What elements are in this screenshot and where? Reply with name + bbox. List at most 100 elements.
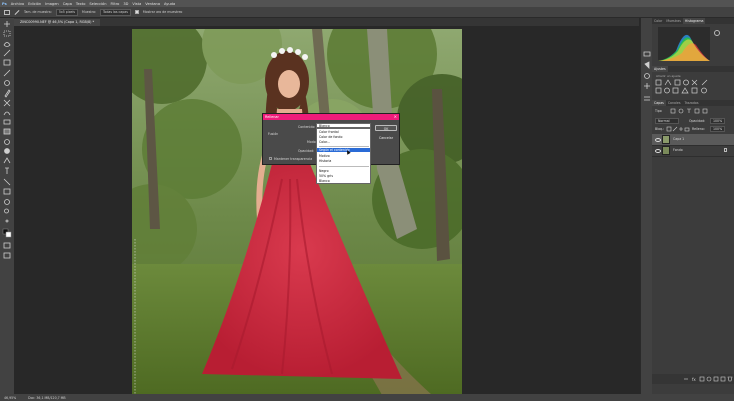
show-ring-checkbox[interactable]	[134, 10, 139, 14]
zoom-tool-icon	[4, 208, 9, 214]
option-foreground-color[interactable]: Color frontal	[319, 130, 339, 134]
histogram-refresh-icon[interactable]	[714, 30, 720, 36]
eyedropper-icon[interactable]	[14, 9, 20, 15]
option-black[interactable]: Negro	[319, 169, 329, 173]
brush-tool-icon	[4, 89, 11, 98]
fusion-label: Fusión	[268, 132, 279, 136]
history-brush-icon	[3, 111, 11, 116]
tab-adjustments[interactable]: Ajustes	[652, 66, 668, 72]
doc-size-readout: Doc: 36,1 MB/120,7 MB	[28, 395, 66, 400]
hand-tool-icon	[4, 199, 10, 205]
dialog-title: Rellenar	[265, 115, 279, 119]
option-color[interactable]: Color...	[319, 140, 330, 144]
tab-paths[interactable]: Trazados	[683, 100, 701, 106]
menu-imagen[interactable]: Imagen	[45, 2, 59, 6]
quick-mask-icon	[3, 242, 11, 249]
options-bar: Tam. de muestra: 5x5 pixels Muestra: Tod…	[0, 7, 734, 18]
ok-button[interactable]: OK	[375, 125, 397, 131]
menu-divider	[319, 146, 369, 147]
dialog-title-bar[interactable]: Rellenar ×	[263, 114, 399, 120]
layers-footer: fx	[652, 374, 734, 384]
menu-seleccion[interactable]: Selección	[89, 2, 106, 6]
option-history[interactable]: Historia	[319, 159, 331, 163]
menu-3d[interactable]: 3D	[123, 2, 128, 6]
layer-name[interactable]: Fondo	[673, 148, 683, 152]
histogram-curves	[658, 34, 710, 61]
lock-icon	[724, 148, 727, 152]
menu-ventana[interactable]: Ventana	[145, 2, 160, 6]
blur-tool-icon	[4, 139, 10, 145]
pen-tool-icon	[3, 157, 11, 164]
tab-histogram[interactable]: Histograma	[682, 18, 706, 24]
layer-row-fondo[interactable]: Fondo	[652, 145, 734, 157]
zoom-readout[interactable]: 46,95%	[4, 396, 16, 400]
clone-stamp-icon	[3, 99, 11, 107]
menu-texto[interactable]: Texto	[76, 2, 85, 6]
show-ring-label: Mostrar aro de muestreo	[142, 10, 183, 14]
histogram-graph	[658, 27, 710, 61]
menu-filtro[interactable]: Filtro	[111, 2, 120, 6]
paragraph-panel-icon	[644, 96, 650, 101]
menu-ayuda[interactable]: Ayuda	[164, 2, 175, 6]
cancel-button[interactable]: Cancelar	[375, 135, 397, 141]
menu-bar: Ps Archivo Edición Imagen Capa Texto Sel…	[0, 0, 734, 7]
path-select-icon	[3, 178, 11, 186]
preserve-transparency-label[interactable]: Mantener transparencia	[274, 157, 312, 161]
rectangle-tool-icon	[3, 188, 11, 195]
option-50-gray[interactable]: 50% gris	[319, 174, 333, 178]
sample-select[interactable]: Todas las capas	[100, 8, 131, 16]
healing-brush-icon	[4, 80, 10, 86]
status-bar: 46,95% Doc: 36,1 MB/120,7 MB	[0, 394, 734, 401]
forest-photo	[132, 29, 462, 395]
visibility-eye-icon[interactable]	[655, 138, 661, 142]
menu-archivo[interactable]: Archivo	[11, 2, 24, 6]
adjustments-panel-tabs: Ajustes	[652, 66, 734, 72]
close-icon[interactable]: ×	[392, 114, 397, 120]
lock-icons[interactable]	[666, 126, 692, 132]
blend-mode-select[interactable]: Normal	[655, 118, 679, 124]
menu-capa[interactable]: Capa	[63, 2, 72, 6]
move-tool-icon	[4, 21, 10, 27]
brush-settings-icon	[644, 73, 650, 79]
properties-panel-icon	[644, 83, 650, 89]
adjustments-subtitle: Añadir un ajuste	[656, 74, 681, 78]
document-tab[interactable]: ZINC00990.NEF @ 46,5% (Capa 1, RGB/8) *	[14, 19, 101, 26]
adjustment-icons[interactable]	[652, 79, 734, 95]
ps-logo[interactable]: Ps	[2, 2, 7, 6]
eraser-tool-icon	[3, 119, 11, 125]
eyedropper-tool-icon	[3, 69, 11, 77]
sample-label: Muestra:	[82, 10, 96, 14]
document-photo[interactable]	[132, 29, 462, 395]
gradient-tool-icon	[3, 128, 11, 135]
preserve-transparency-checkbox[interactable]	[269, 157, 272, 160]
layers-footer-icons[interactable]: fx	[652, 374, 734, 384]
visibility-eye-icon[interactable]	[655, 149, 661, 153]
tools-icons[interactable]	[0, 18, 14, 394]
tab-channels[interactable]: Canales	[666, 100, 683, 106]
fill-label: Relleno:	[692, 127, 705, 131]
menu-edicion[interactable]: Edición	[28, 2, 41, 6]
tab-layers[interactable]: Capas	[652, 100, 666, 106]
layer-thumbnail	[662, 146, 670, 155]
layer-filter-icons[interactable]	[670, 108, 710, 114]
histogram-panel-tabs: Color Muestras Histograma	[652, 18, 734, 24]
sample-size-select[interactable]: 5x5 pixels	[55, 8, 79, 16]
layer-kind-filter[interactable]: Tipo	[655, 109, 662, 113]
option-background-color[interactable]: Color de fondo	[319, 135, 342, 139]
actions-panel-icon	[644, 61, 650, 69]
opacity-field[interactable]: 100%	[710, 118, 726, 124]
layers-panel-tabs: Capas Canales Trazados	[652, 100, 734, 106]
history-panel-icon	[643, 51, 651, 57]
tab-swatches[interactable]: Muestras	[664, 18, 683, 24]
screen-mode-icon	[3, 252, 11, 259]
opacity-label: Opacidad:	[298, 149, 315, 153]
layer-name[interactable]: Capa 1	[673, 137, 684, 141]
option-white[interactable]: Blanco	[319, 179, 330, 183]
lasso-tool-icon	[3, 42, 11, 47]
fill-field[interactable]: 100%	[710, 126, 726, 132]
menu-vista[interactable]: Vista	[132, 2, 141, 6]
tab-color[interactable]: Color	[652, 18, 664, 24]
option-pattern[interactable]: Motivo	[319, 154, 330, 158]
option-content-aware[interactable]: Según el contenido	[317, 148, 370, 152]
home-icon[interactable]	[4, 9, 10, 15]
